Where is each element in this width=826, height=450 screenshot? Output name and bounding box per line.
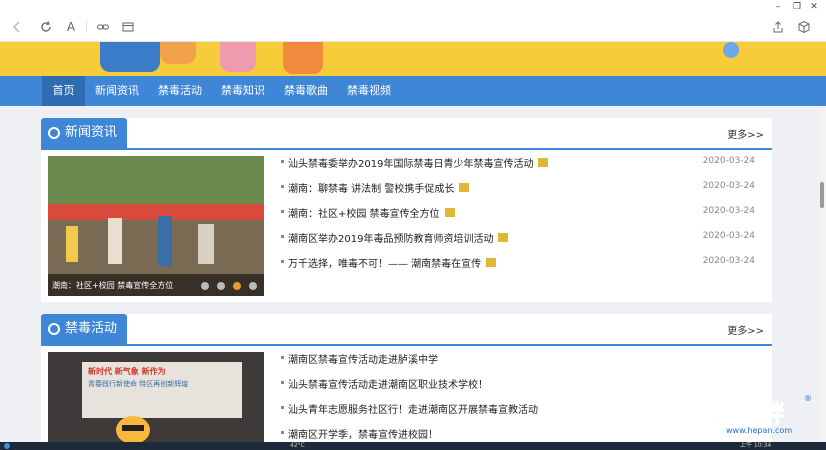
watermark-text: 蓝色河畔 [686,400,786,429]
text-size-icon[interactable]: A [64,20,78,34]
nav-item-activities[interactable]: 禁毒活动 [153,76,207,106]
activity-title[interactable]: 潮南区开学季，禁毒宣传进校园！ [288,426,438,441]
nav-item-songs[interactable]: 禁毒歌曲 [279,76,333,106]
photo-person [66,226,78,262]
nav-item-home[interactable]: 首页 [42,76,85,106]
banner-balloon [723,42,739,58]
news-title[interactable]: 潮南区举办2019年毒品预防教育师资培训活动 [288,234,493,245]
photo-banner [48,204,264,220]
event-banner-subtext: 青春践行新使命 特区再创新辉煌 [88,380,189,388]
news-title[interactable]: 潮南：社区+校园 禁毒宣传全方位 [288,209,440,220]
start-icon[interactable] [4,443,10,449]
activity-title[interactable]: 汕头禁毒宣传活动走进潮南区职业技术学校！ [288,376,488,391]
new-badge-icon [459,183,470,192]
new-badge-icon [498,233,509,242]
news-item[interactable]: 万千选择，唯毒不可！—— 潮南禁毒在宣传 2020-03-24 [281,252,765,274]
circle-icon [48,127,60,139]
event-banner-text: 新时代 新气象 新作为 [88,367,166,376]
new-badge-icon [538,158,549,167]
carousel-dot[interactable] [249,282,257,290]
activity-item[interactable]: 汕头禁毒宣传活动走进潮南区职业技术学校！ [281,373,765,395]
event-banner: 新时代 新气象 新作为 青春践行新使命 特区再创新辉煌 [82,362,242,418]
nav-item-knowledge[interactable]: 禁毒知识 [216,76,270,106]
scrollbar-thumb[interactable] [820,182,824,208]
news-date: 2020-03-24 [702,206,755,216]
registered-mark: ® [804,394,812,403]
new-badge-icon [486,258,497,267]
bullet-icon [281,160,284,163]
bullet-icon [281,381,284,384]
news-date: 2020-03-24 [702,156,755,166]
bullet-icon [281,185,284,188]
photo-person [158,216,172,266]
photo-person [198,224,214,264]
carousel-dot-active[interactable] [233,282,241,290]
banner-figure [100,42,160,72]
browser-toolbar: A – ❐ ✕ [0,0,826,42]
link-icon[interactable] [96,20,110,34]
news-item[interactable]: 潮南：聊禁毒 讲法制 警校携手促成长 2020-03-24 [281,177,765,199]
bullet-icon [281,406,284,409]
minimize-button[interactable]: – [772,2,784,12]
photo-person [108,218,122,264]
section-title-text: 新闻资讯 [65,125,118,140]
activity-photo[interactable]: 新时代 新气象 新作为 青春践行新使命 特区再创新辉煌 [48,352,264,442]
toolbar-divider [86,21,87,33]
bullet-icon [281,356,284,359]
more-link[interactable]: 更多>> [727,322,764,337]
activity-item[interactable]: 潮南区禁毒宣传活动走进胪溪中学 [281,348,765,370]
banner-figure [160,42,196,64]
watermark-url: www.hepan.com [726,426,793,435]
window-icon[interactable] [121,20,135,34]
photo-caption: 潮南：社区+校园 禁毒宣传全方位 [52,281,174,290]
taskbar-temperature: 42°C [290,442,305,449]
news-photo-carousel[interactable]: 潮南：社区+校园 禁毒宣传全方位 [48,156,264,296]
banner-figure [283,42,323,74]
bullet-icon [281,235,284,238]
carousel-dot[interactable] [201,282,209,290]
section-header: 禁毒活动 更多>> [41,314,772,346]
bullet-icon [281,431,284,434]
news-section: 新闻资讯 更多>> 潮南：社区+校园 禁毒宣传全方位 汕头禁毒委举办2019年国… [41,118,772,302]
section-title[interactable]: 新闻资讯 [41,118,128,148]
share-icon[interactable] [771,20,785,34]
maximize-button[interactable]: ❐ [791,2,803,12]
taskbar-clock: 上午 10:34 [740,442,772,449]
activity-title[interactable]: 汕头青年志愿服务社区行！走进潮南区开展禁毒宣教活动 [288,401,538,416]
new-badge-icon [444,208,455,217]
news-title[interactable]: 汕头禁毒委举办2019年国际禁毒日青少年禁毒宣传活动 [288,159,533,170]
bullet-icon [281,260,284,263]
page-scrollbar[interactable] [818,106,826,442]
news-item[interactable]: 潮南区举办2019年毒品预防教育师资培训活动 2020-03-24 [281,227,765,249]
hero-banner [0,42,826,76]
nav-item-videos[interactable]: 禁毒视频 [342,76,396,106]
news-title[interactable]: 万千选择，唯毒不可！—— 潮南禁毒在宣传 [288,259,481,270]
news-title[interactable]: 潮南：聊禁毒 讲法制 警校携手促成长 [288,184,454,195]
refresh-icon[interactable] [39,20,53,34]
news-date: 2020-03-24 [702,181,755,191]
section-title[interactable]: 禁毒活动 [41,314,128,344]
activity-title[interactable]: 潮南区禁毒宣传活动走进胪溪中学 [288,351,438,366]
os-taskbar: 42°C 上午 10:34 [0,442,826,450]
news-item[interactable]: 汕头禁毒委举办2019年国际禁毒日青少年禁毒宣传活动 2020-03-24 [281,152,765,174]
back-arrow-icon[interactable] [10,20,24,34]
sunglasses [122,425,144,431]
news-item[interactable]: 潮南：社区+校园 禁毒宣传全方位 2020-03-24 [281,202,765,224]
nav-item-news[interactable]: 新闻资讯 [90,76,144,106]
site-watermark: 蓝色河畔 ® www.hepan.com [686,394,814,444]
circle-icon [48,323,60,335]
news-date: 2020-03-24 [702,231,755,241]
section-header: 新闻资讯 更多>> [41,118,772,150]
carousel-dot[interactable] [217,282,225,290]
section-title-text: 禁毒活动 [65,321,118,336]
activities-section: 禁毒活动 更多>> 新时代 新气象 新作为 青春践行新使命 特区再创新辉煌 潮南… [41,314,772,442]
emoji-sunglasses-icon [116,416,150,442]
package-icon[interactable] [797,20,811,34]
banner-figure [220,42,256,72]
close-button[interactable]: ✕ [808,2,820,12]
main-nav: 首页 新闻资讯 禁毒活动 禁毒知识 禁毒歌曲 禁毒视频 [0,76,826,106]
news-date: 2020-03-24 [702,256,755,266]
more-link[interactable]: 更多>> [727,126,764,141]
bullet-icon [281,210,284,213]
